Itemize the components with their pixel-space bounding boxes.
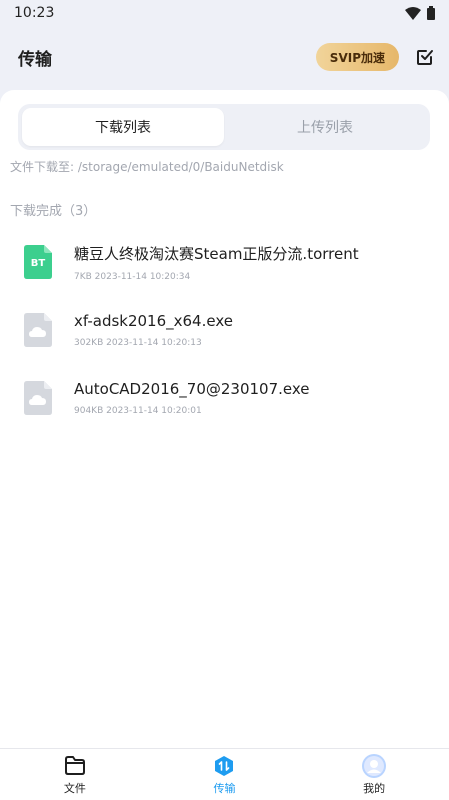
- file-name: xf-adsk2016_x64.exe: [74, 312, 233, 330]
- file-name: AutoCAD2016_70@230107.exe: [74, 380, 310, 398]
- nav-label: 我的: [363, 781, 386, 795]
- status-time: 10:23: [14, 5, 55, 21]
- folder-icon: [63, 754, 87, 778]
- app-header: 传输 SVIP加速: [0, 26, 449, 88]
- file-info: AutoCAD2016_70@230107.exe 904KB 2023-11-…: [74, 380, 310, 416]
- avatar-icon: [362, 753, 387, 778]
- cloud-file-icon: [24, 381, 52, 415]
- battery-icon: [427, 6, 435, 20]
- cloud-file-icon: [24, 313, 52, 347]
- list-item[interactable]: BT 糖豆人终极淘汰赛Steam正版分流.torrent 7KB 2023-11…: [0, 228, 449, 296]
- status-bar: 10:23: [0, 0, 449, 26]
- tab-download-list[interactable]: 下载列表: [22, 108, 224, 146]
- list-item[interactable]: xf-adsk2016_x64.exe 302KB 2023-11-14 10:…: [0, 296, 449, 364]
- checkbox-icon: [417, 50, 433, 65]
- nav-files[interactable]: 文件: [25, 754, 125, 796]
- wifi-icon: [405, 6, 421, 20]
- file-meta: 302KB 2023-11-14 10:20:13: [74, 338, 202, 348]
- bottom-nav: 文件 传输 我的: [0, 748, 449, 800]
- nav-label: 文件: [63, 781, 86, 795]
- file-meta: 7KB 2023-11-14 10:20:34: [74, 271, 191, 282]
- multi-select-button[interactable]: [415, 47, 435, 67]
- page-title: 传输: [18, 49, 52, 70]
- file-info: 糖豆人终极淘汰赛Steam正版分流.torrent 7KB 2023-11-14…: [74, 243, 359, 282]
- transfer-panel: 下载列表 上传列表 文件下载至: /storage/emulated/0/Bai…: [0, 90, 449, 748]
- transfer-tab-switch: 下载列表 上传列表: [18, 104, 430, 150]
- download-path: 文件下载至: /storage/emulated/0/BaiduNetdisk: [10, 160, 284, 174]
- nav-transfer[interactable]: 传输: [174, 754, 274, 796]
- bt-file-icon: BT: [24, 245, 52, 279]
- svip-boost-button[interactable]: SVIP加速: [315, 43, 399, 71]
- nav-label: 传输: [213, 781, 236, 795]
- nav-mine[interactable]: 我的: [324, 753, 424, 796]
- bt-label: BT: [30, 257, 46, 269]
- file-info: xf-adsk2016_x64.exe 302KB 2023-11-14 10:…: [74, 312, 233, 348]
- file-meta: 904KB 2023-11-14 10:20:01: [74, 406, 202, 416]
- file-list: BT 糖豆人终极淘汰赛Steam正版分流.torrent 7KB 2023-11…: [0, 228, 449, 432]
- status-icons: [405, 6, 435, 20]
- section-title-completed: 下载完成（3）: [10, 204, 97, 219]
- list-item[interactable]: AutoCAD2016_70@230107.exe 904KB 2023-11-…: [0, 364, 449, 432]
- transfer-icon: [212, 754, 236, 778]
- file-name: 糖豆人终极淘汰赛Steam正版分流.torrent: [74, 244, 359, 263]
- tab-upload-list[interactable]: 上传列表: [224, 108, 426, 146]
